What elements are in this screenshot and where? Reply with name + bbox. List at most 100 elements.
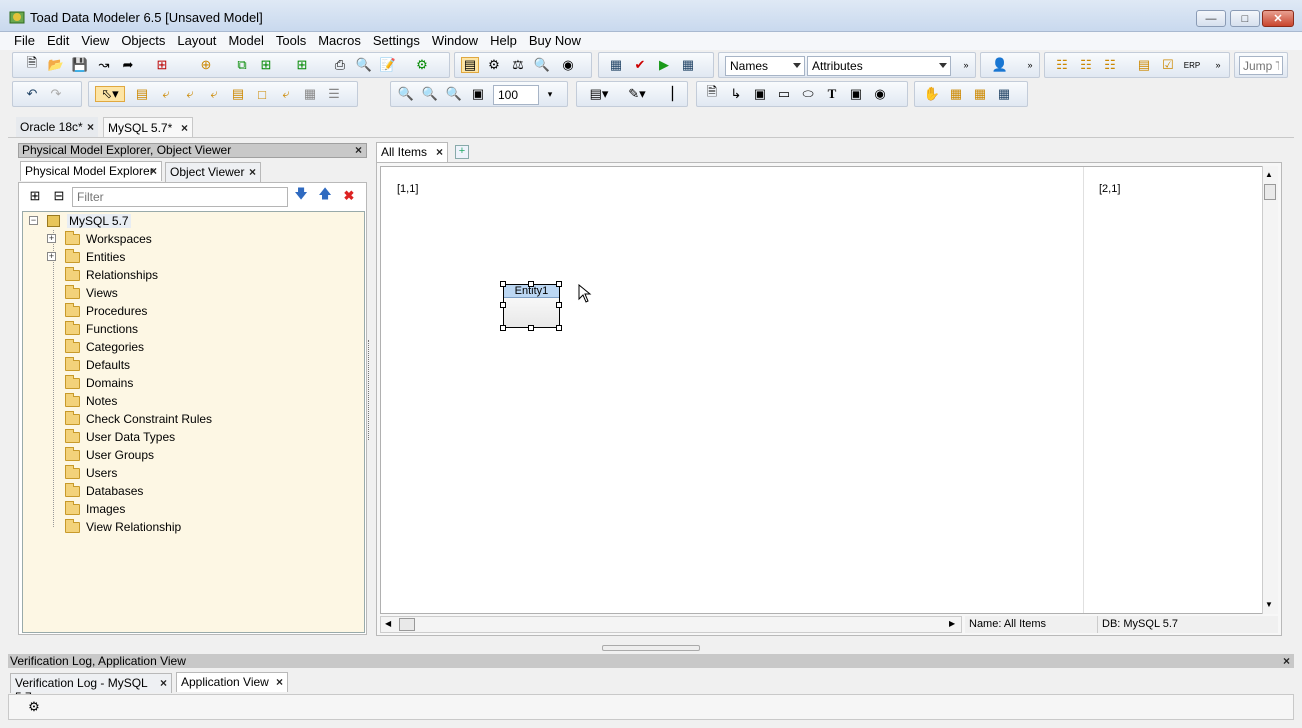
rectangle-icon[interactable]: ▭ [775,86,793,102]
close-window-button[interactable]: ✕ [1262,10,1294,27]
menu-buy-now[interactable]: Buy Now [523,32,587,49]
grid-layout-icon[interactable]: ☷ [1101,57,1119,73]
menu-help[interactable]: Help [484,32,523,49]
menu-file[interactable]: File [8,32,41,49]
menu-edit[interactable]: Edit [41,32,75,49]
menu-window[interactable]: Window [426,32,484,49]
resize-handle[interactable] [528,325,534,331]
close-panel-icon[interactable]: × [1283,654,1290,668]
note-link-icon[interactable]: ↳ [727,86,745,102]
textbox-icon[interactable]: ▣ [847,86,865,102]
verify-icon[interactable]: ✔ [631,57,649,73]
paint-icon[interactable]: ✎▾ [621,86,653,102]
vertical-scroll-thumb[interactable] [1264,184,1276,200]
close-tab-icon[interactable]: × [87,120,94,134]
clear-filter-icon[interactable]: ✖ [340,188,358,204]
vertical-scrollbar[interactable]: ▲ ▼ [1262,166,1278,614]
scroll-right-icon[interactable]: ▶ [949,619,955,628]
convert-icon[interactable]: ↝ [95,57,113,73]
application-view-tool-icon[interactable]: ⚙ [25,699,43,715]
save-icon[interactable]: 💾 [71,57,89,73]
tree-item-defaults[interactable]: Defaults [65,356,130,374]
menu-settings[interactable]: Settings [367,32,426,49]
resize-handle[interactable] [500,302,506,308]
toolbar-overflow-icon-3[interactable]: » [1209,57,1227,73]
format-icon[interactable]: ▤▾ [583,86,615,102]
toolbar-overflow-icon[interactable]: » [957,57,975,73]
zoom-dropdown-icon[interactable]: ▾ [541,86,559,102]
check-layout-icon[interactable]: ☑ [1159,57,1177,73]
tree-item-check-constraint-rules[interactable]: Check Constraint Rules [65,410,212,428]
erp-icon[interactable]: ERP [1183,57,1201,73]
tree-item-workspaces[interactable]: Workspaces [65,230,152,248]
scroll-up-icon[interactable]: ▲ [1265,170,1273,179]
horizontal-scrollbar[interactable]: ◀ ▶ [380,616,962,633]
sync-icon[interactable]: ⊞ [293,57,311,73]
text-icon[interactable]: T [823,86,841,102]
self-relation-icon[interactable]: ⤶ [205,86,223,102]
entity-box[interactable]: Entity1 [503,284,560,328]
find-icon[interactable]: 🔍 [533,57,551,73]
menu-view[interactable]: View [75,32,115,49]
add-model-icon[interactable]: ▦ [607,57,625,73]
inheritance-icon[interactable]: ▤ [229,86,247,102]
tab-object-viewer[interactable]: Object Viewer × [165,162,261,182]
export-icon[interactable]: ➦ [119,57,137,73]
collapse-root-icon[interactable]: − [29,216,38,225]
navigator-icon[interactable]: ⚙ [485,57,503,73]
tree-item-users[interactable]: Users [65,464,117,482]
resize-handle[interactable] [556,302,562,308]
layers-icon[interactable]: ◉ [559,57,577,73]
tab-oracle-model[interactable]: Oracle 18c* × [16,117,98,137]
view-tool-icon[interactable]: □ [253,86,271,102]
names-combo[interactable]: Names [725,56,805,76]
workspace-move-icon[interactable]: ▦ [995,86,1013,102]
table-tool-icon[interactable]: ▦ [301,86,319,102]
tab-verification-log[interactable]: Verification Log - MySQL 5.7 × [10,673,172,704]
tab-mysql-model[interactable]: MySQL 5.7* × [103,117,193,137]
tree-item-domains[interactable]: Domains [65,374,133,392]
diagram-canvas[interactable]: [1,1] [2,1] [380,166,1278,614]
add-object-icon[interactable]: ⊞ [153,57,171,73]
tree-item-categories[interactable]: Categories [65,338,144,356]
identifying-relation-icon[interactable]: ⤶ [181,86,199,102]
zoom-value-input[interactable]: 100 [493,85,539,105]
add-workspace-icon[interactable]: + [455,145,469,159]
tree-item-entities[interactable]: Entities [65,248,125,266]
zoom-out-icon[interactable]: 🔍 [421,86,439,102]
image-icon[interactable]: ▣ [751,86,769,102]
tree-item-view-relationship[interactable]: View Relationship [65,518,181,536]
tree-item-notes[interactable]: Notes [65,392,117,410]
expand-entities-icon[interactable]: + [47,252,56,261]
print-preview-icon[interactable]: 🔍 [355,57,373,73]
report-icon[interactable]: 📝 [379,57,397,73]
entity-tool-icon[interactable]: ▤ [133,86,151,102]
hand-icon[interactable]: ✋ [923,86,941,102]
horizontal-scroll-thumb[interactable] [399,618,415,631]
tree-item-images[interactable]: Images [65,500,125,518]
resize-handle[interactable] [500,281,506,287]
explorer-view-icon[interactable]: ▤ [461,57,479,73]
menu-model[interactable]: Model [222,32,269,49]
horizontal-splitter[interactable] [602,645,700,651]
tree-root-mysql[interactable]: MySQL 5.7 [47,212,131,230]
close-tab-icon[interactable]: × [160,676,167,690]
minimize-button[interactable]: — [1196,10,1226,27]
open-icon[interactable]: 📂 [47,57,65,73]
tree-item-functions[interactable]: Functions [65,320,138,338]
menu-objects[interactable]: Objects [115,32,171,49]
user-icon[interactable]: 👤 [991,57,1009,73]
tree-item-relationships[interactable]: Relationships [65,266,158,284]
menu-layout[interactable]: Layout [171,32,222,49]
new-icon[interactable]: 🗎 [23,55,41,73]
move-down-icon[interactable]: 🡇 [292,186,310,204]
jump-input[interactable] [1239,56,1283,75]
zoom-in-icon[interactable]: 🔍 [445,86,463,102]
close-tab-icon[interactable]: × [181,121,188,135]
expand-all-icon[interactable]: ⊞ [26,188,44,204]
align-left-icon[interactable]: ▕ [659,86,677,102]
menu-macros[interactable]: Macros [312,32,367,49]
tree-layout-icon[interactable]: ☷ [1053,57,1071,73]
filter-input[interactable] [72,187,288,207]
copy-object-icon[interactable]: ⧉ [233,57,251,73]
